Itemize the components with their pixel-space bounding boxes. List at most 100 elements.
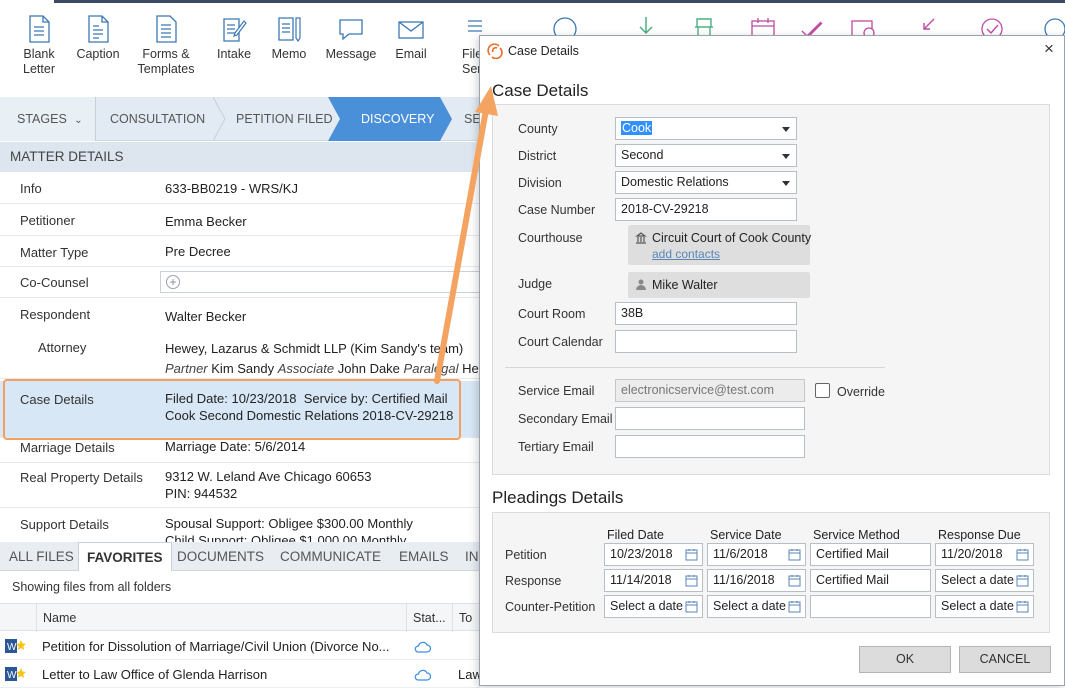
clock-icon[interactable]	[551, 15, 579, 37]
calendar-icon[interactable]	[749, 15, 777, 37]
ok-button[interactable]: OK	[859, 646, 951, 673]
column-name[interactable]: Name	[36, 604, 406, 632]
stages-dropdown[interactable]: STAGES ⌄	[0, 97, 95, 141]
service-email-input: electronicservice@test.com	[615, 379, 805, 402]
tab-documents[interactable]: DOCUMENTS	[177, 542, 264, 571]
response-response-due[interactable]: Select a date	[935, 569, 1034, 592]
counter-petition-filed-date[interactable]: Select a date	[604, 595, 703, 618]
stages-bar: STAGES ⌄ CONSULTATION PETITION FILED DIS…	[0, 97, 480, 141]
case-number-input[interactable]: 2018-CV-29218	[615, 198, 797, 221]
forms-templates-button[interactable]: Forms & Templates	[134, 15, 198, 77]
calendar-icon[interactable]	[685, 548, 698, 561]
petition-service-date[interactable]: 11/6/2018	[707, 543, 806, 566]
divider	[505, 367, 885, 368]
file-name: Letter to Law Office of Glenda Harrison	[42, 667, 268, 682]
stage-next[interactable]: SE	[464, 97, 480, 141]
tab-favorites[interactable]: FAVORITES	[78, 542, 172, 571]
matter-type-row[interactable]: Matter Type Pre Decree	[0, 236, 480, 267]
calendar-icon[interactable]	[788, 574, 801, 587]
download-icon[interactable]	[632, 15, 660, 37]
billing-icon[interactable]	[1043, 15, 1065, 37]
support-details-row[interactable]: Support Details Spousal Support: Obligee…	[0, 508, 480, 542]
chevron-down-icon	[782, 154, 790, 159]
chair-icon[interactable]	[690, 15, 718, 37]
add-icon[interactable]: +	[166, 275, 180, 289]
real-property-row[interactable]: Real Property Details 9312 W. Leland Ave…	[0, 463, 480, 508]
counter-petition-response-due[interactable]: Select a date	[935, 595, 1034, 618]
attorney-row[interactable]: Attorney Hewey, Lazarus & Schmidt LLP (K…	[0, 332, 480, 379]
blank-letter-button[interactable]: Blank Letter	[7, 15, 71, 77]
calendar-icon[interactable]	[1016, 574, 1029, 587]
marriage-details-value: Marriage Date: 5/6/2014	[165, 439, 306, 454]
file-serve-button[interactable]: File Serv	[446, 15, 482, 77]
case-details-dialog: Case Details × Case Details County Cook …	[479, 35, 1065, 686]
counter-petition-service-method[interactable]	[810, 595, 931, 618]
secondary-email-input[interactable]	[615, 407, 805, 430]
message-label: Message	[325, 47, 377, 61]
file-row[interactable]: W Letter to Law Office of Glenda Harriso…	[0, 660, 482, 688]
override-checkbox[interactable]	[815, 383, 830, 398]
tertiary-email-input[interactable]	[615, 435, 805, 458]
district-select[interactable]: Second	[615, 144, 797, 167]
calendar-icon[interactable]	[1016, 600, 1029, 613]
tab-more[interactable]: IN	[465, 542, 480, 571]
memo-button[interactable]: Memo	[257, 15, 321, 62]
stage-discovery-label: DISCOVERY	[361, 112, 435, 126]
petition-filed-date[interactable]: 10/23/2018	[604, 543, 703, 566]
task-icon[interactable]	[978, 15, 1006, 37]
court-calendar-input[interactable]	[615, 330, 797, 353]
close-icon[interactable]: ×	[1041, 40, 1057, 57]
co-counsel-input[interactable]: +	[160, 271, 480, 293]
petitioner-row[interactable]: Petitioner Emma Becker	[0, 204, 480, 236]
column-to[interactable]: To	[452, 604, 480, 632]
column-status[interactable]: Stat...	[406, 604, 452, 632]
event-icon[interactable]	[849, 15, 877, 37]
petition-service-method[interactable]: Certified Mail	[810, 543, 931, 566]
word-favorite-icon: W	[5, 667, 26, 681]
calendar-icon[interactable]	[788, 600, 801, 613]
response-service-method[interactable]: Certified Mail	[810, 569, 931, 592]
county-select[interactable]: Cook	[615, 117, 797, 140]
calendar-icon[interactable]	[788, 548, 801, 561]
respondent-row[interactable]: Respondent Walter Becker	[0, 298, 480, 332]
checklist-icon[interactable]	[798, 15, 826, 37]
memo-icon	[278, 17, 301, 43]
counter-petition-service-date[interactable]: Select a date	[707, 595, 806, 618]
building-icon	[635, 232, 647, 244]
file-serve-label: File Serv	[462, 47, 482, 76]
calendar-icon[interactable]	[685, 600, 698, 613]
file-row[interactable]: W Petition for Dissolution of Marriage/C…	[0, 632, 480, 660]
intake-icon	[223, 18, 247, 42]
attorney-team: Partner Kim Sandy Associate John Dake Pa…	[165, 361, 480, 377]
calendar-icon[interactable]	[685, 574, 698, 587]
petition-response-due[interactable]: 11/20/2018	[935, 543, 1034, 566]
judge-card[interactable]: Mike Walter	[628, 272, 810, 298]
forms-templates-label: Forms & Templates	[137, 47, 195, 76]
email-button[interactable]: Email	[379, 15, 443, 62]
real-property-address: 9312 W. Leland Ave Chicago 60653	[165, 469, 372, 484]
cancel-button[interactable]: CANCEL	[959, 646, 1051, 673]
marriage-details-row[interactable]: Marriage Details Marriage Date: 5/6/2014	[0, 438, 480, 463]
tab-emails[interactable]: EMAILS	[399, 542, 449, 571]
petitioner-label: Petitioner	[20, 213, 75, 228]
district-label: District	[518, 149, 557, 163]
tab-all-files[interactable]: ALL FILES	[9, 542, 74, 571]
matter-type-value: Pre Decree	[165, 244, 231, 259]
call-icon[interactable]	[912, 15, 940, 37]
caption-button[interactable]: Caption	[66, 15, 130, 62]
info-row[interactable]: Info 633-BB0219 - WRS/KJ	[0, 173, 480, 204]
tab-communicate[interactable]: COMMUNICATE	[280, 542, 381, 571]
response-filed-date[interactable]: 11/14/2018	[604, 569, 703, 592]
attorney-label: Attorney	[38, 340, 87, 355]
stage-consultation[interactable]: CONSULTATION	[110, 97, 210, 141]
app-logo-icon	[487, 43, 503, 59]
message-button[interactable]: Message	[319, 15, 383, 62]
courthouse-card[interactable]: Circuit Court of Cook County add contact…	[628, 225, 812, 265]
division-select[interactable]: Domestic Relations	[615, 171, 797, 194]
stage-petition-filed[interactable]: PETITION FILED	[236, 97, 336, 141]
response-service-date[interactable]: 11/16/2018	[707, 569, 806, 592]
calendar-icon[interactable]	[1016, 548, 1029, 561]
courthouse-value: Circuit Court of Cook County	[652, 231, 812, 245]
add-contacts-link[interactable]: add contacts	[652, 247, 720, 261]
court-room-input[interactable]: 38B	[615, 302, 797, 325]
